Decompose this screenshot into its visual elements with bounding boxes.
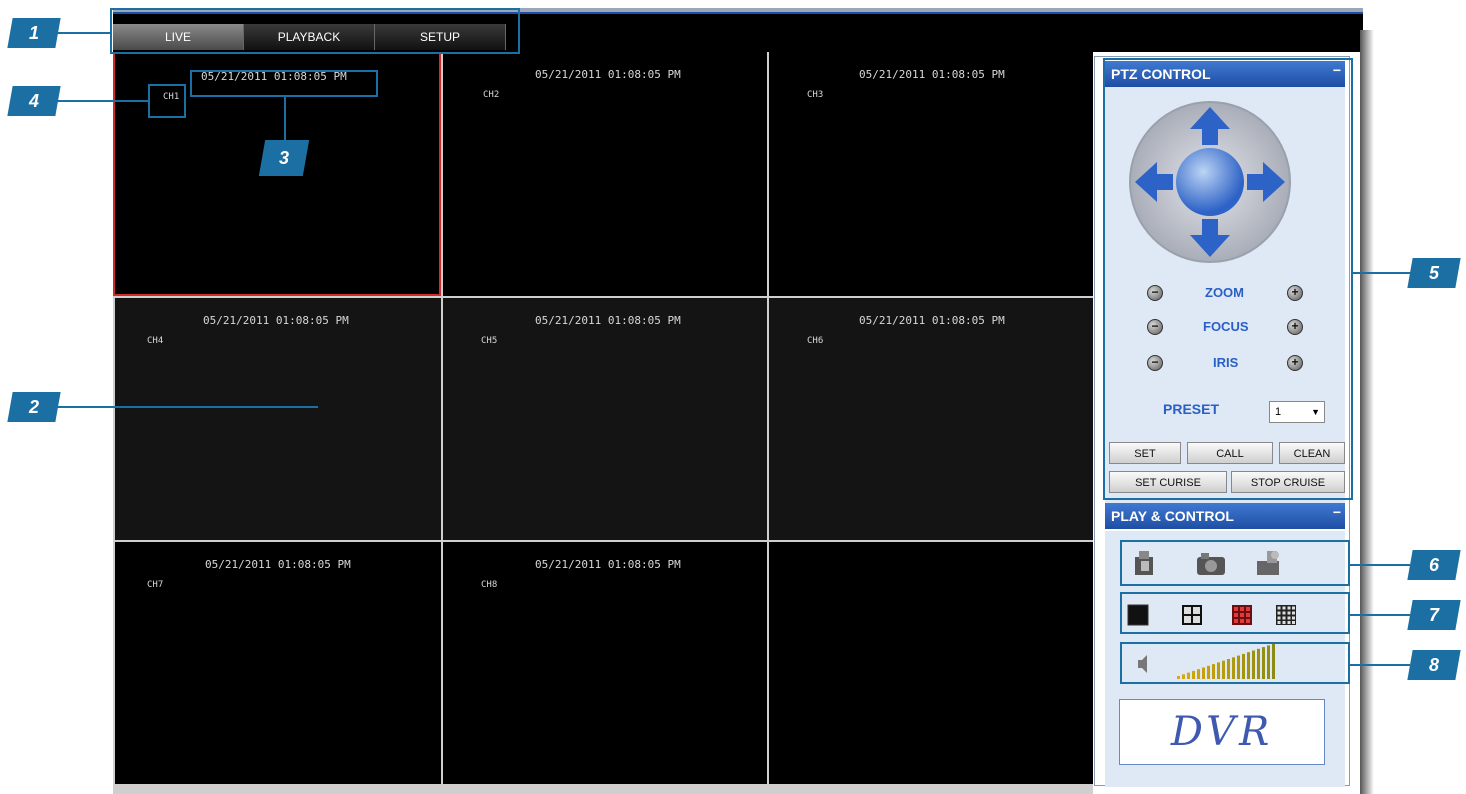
callout-2: 2 <box>7 392 61 422</box>
callout-line-8 <box>1350 664 1410 666</box>
callout-line-7 <box>1350 614 1410 616</box>
dvr-logo: DVR <box>1119 699 1325 765</box>
camera-timestamp: 05/21/2011 01:08:05 PM <box>535 558 681 571</box>
callout-3: 3 <box>258 140 310 176</box>
camera-view-7[interactable]: 05/21/2011 01:08:05 PM CH7 <box>115 542 441 784</box>
callout-box-volume <box>1120 642 1350 684</box>
callout-box-layouts <box>1120 592 1350 634</box>
window-shadow <box>1360 30 1374 794</box>
callout-7: 7 <box>1407 600 1461 630</box>
callout-box-ptz <box>1103 58 1353 500</box>
camera-channel-label: CH6 <box>807 336 824 346</box>
camera-view-4[interactable]: 05/21/2011 01:08:05 PM CH4 <box>115 298 441 540</box>
play-minimize-button[interactable]: − <box>1333 499 1341 525</box>
camera-channel-label: CH3 <box>807 90 824 100</box>
camera-view-2[interactable]: 05/21/2011 01:08:05 PM CH2 <box>443 52 767 296</box>
callout-line-4 <box>56 100 148 102</box>
camera-timestamp: 05/21/2011 01:08:05 PM <box>205 558 351 571</box>
camera-view-3[interactable]: 05/21/2011 01:08:05 PM CH3 <box>769 52 1093 296</box>
camera-timestamp: 05/21/2011 01:08:05 PM <box>203 314 349 327</box>
camera-timestamp: 05/21/2011 01:08:05 PM <box>535 68 681 81</box>
camera-view-8[interactable]: 05/21/2011 01:08:05 PM CH8 <box>443 542 767 784</box>
camera-view-5[interactable]: 05/21/2011 01:08:05 PM CH5 <box>443 298 767 540</box>
callout-4: 4 <box>7 86 61 116</box>
callout-line-3 <box>284 96 286 141</box>
camera-channel-label: CH8 <box>481 580 498 590</box>
callout-box-channel <box>148 84 186 118</box>
callout-line-6 <box>1350 564 1410 566</box>
callout-line-5 <box>1353 272 1411 274</box>
camera-channel-label: CH2 <box>483 90 500 100</box>
camera-view-6[interactable]: 05/21/2011 01:08:05 PM CH6 <box>769 298 1093 540</box>
play-control-header: PLAY & CONTROL − <box>1105 503 1345 529</box>
camera-timestamp: 05/21/2011 01:08:05 PM <box>859 68 1005 81</box>
callout-5: 5 <box>1407 258 1461 288</box>
callout-line-2 <box>56 406 318 408</box>
camera-view-9[interactable] <box>769 542 1093 784</box>
play-control-title: PLAY & CONTROL <box>1111 508 1234 524</box>
dvr-logo-text: DVR <box>1170 709 1274 755</box>
callout-line-1 <box>56 32 112 34</box>
camera-channel-label: CH4 <box>147 336 164 346</box>
camera-channel-label: CH7 <box>147 580 164 590</box>
callout-6: 6 <box>1407 550 1461 580</box>
callout-box-tabs <box>110 8 520 54</box>
camera-timestamp: 05/21/2011 01:08:05 PM <box>859 314 1005 327</box>
callout-box-actions <box>1120 540 1350 586</box>
camera-channel-label: CH5 <box>481 336 498 346</box>
camera-timestamp: 05/21/2011 01:08:05 PM <box>535 314 681 327</box>
callout-box-timestamp <box>190 70 378 97</box>
callout-1: 1 <box>7 18 61 48</box>
callout-8: 8 <box>1407 650 1461 680</box>
